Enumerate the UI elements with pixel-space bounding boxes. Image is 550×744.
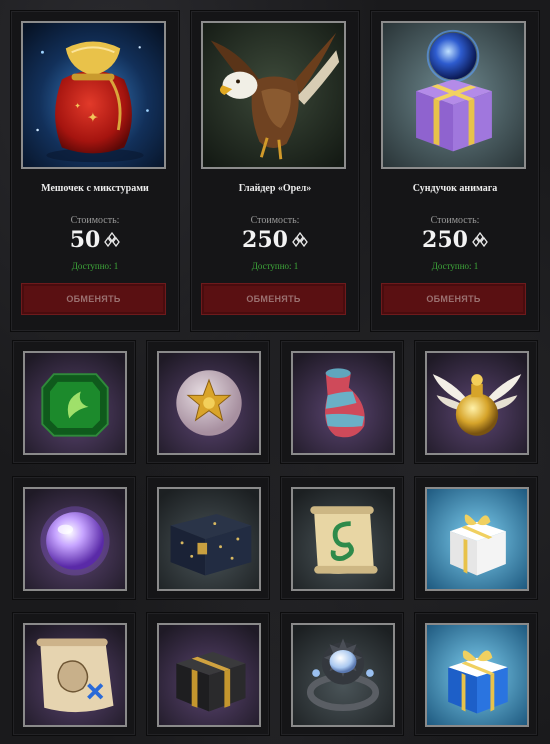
animagus-gift-box-icon bbox=[381, 21, 526, 169]
availability-text: Доступно: 1 bbox=[431, 261, 479, 271]
dark-star-chest-icon bbox=[157, 487, 261, 591]
winged-golden-potion-icon bbox=[425, 351, 529, 455]
exchange-button[interactable]: ОБМЕНЯТЬ bbox=[381, 283, 526, 315]
black-gold-box-icon bbox=[157, 623, 261, 727]
grid-tile[interactable] bbox=[12, 476, 136, 600]
white-gift-box-icon bbox=[425, 487, 529, 591]
currency-icon bbox=[104, 232, 121, 248]
grid-tile[interactable] bbox=[414, 476, 538, 600]
potion-pouch-icon: ✦ ✦ bbox=[21, 21, 166, 169]
cost-label: Стоимость: bbox=[430, 215, 480, 226]
cost-label: Стоимость: bbox=[70, 215, 120, 226]
treasure-map-scroll-icon bbox=[23, 623, 127, 727]
grid-tile[interactable] bbox=[280, 340, 404, 464]
purple-crystal-ball-icon bbox=[23, 487, 127, 591]
exchange-button[interactable]: ОБМЕНЯТЬ bbox=[201, 283, 346, 315]
price: 250 bbox=[191, 227, 359, 253]
grid-tile[interactable] bbox=[280, 612, 404, 736]
grid-tile[interactable] bbox=[12, 340, 136, 464]
green-gem-icon bbox=[23, 351, 127, 455]
grid-tile[interactable] bbox=[146, 340, 270, 464]
moonstone-ring-icon bbox=[291, 623, 395, 727]
svg-text:✦: ✦ bbox=[74, 102, 81, 111]
grid-tile[interactable] bbox=[12, 612, 136, 736]
shop-card-eagle-glider[interactable]: Глайдер «Орел» Стоимость: 250 Доступно: … bbox=[190, 10, 360, 332]
shop-card-potion-pouch[interactable]: ✦ ✦ Мешочек с микстурами Стоимость: 50 Д… bbox=[10, 10, 180, 332]
price-value: 50 bbox=[69, 227, 101, 253]
item-name: Глайдер «Орел» bbox=[238, 183, 312, 194]
price: 50 bbox=[11, 227, 179, 253]
availability-text: Доступно: 1 bbox=[251, 261, 299, 271]
currency-icon bbox=[292, 232, 308, 248]
grid-tile[interactable] bbox=[146, 612, 270, 736]
serpent-scroll-icon bbox=[291, 487, 395, 591]
blue-gift-box-icon bbox=[425, 623, 529, 727]
shop-items-row: ✦ ✦ Мешочек с микстурами Стоимость: 50 Д… bbox=[10, 10, 540, 332]
item-name: Мешочек с микстурами bbox=[41, 183, 149, 194]
shop-card-animagus-box[interactable]: Сундучок анимага Стоимость: 250 Доступно… bbox=[370, 10, 540, 332]
grid-tile[interactable] bbox=[280, 476, 404, 600]
price-value: 250 bbox=[422, 227, 468, 253]
item-name: Сундучок анимага bbox=[412, 183, 498, 194]
striped-vase-icon bbox=[291, 351, 395, 455]
golden-star-orb-icon bbox=[157, 351, 261, 455]
grid-tile[interactable] bbox=[414, 340, 538, 464]
exchange-button[interactable]: ОБМЕНЯТЬ bbox=[21, 283, 166, 315]
grid-tile[interactable] bbox=[146, 476, 270, 600]
svg-text:✦: ✦ bbox=[87, 110, 99, 126]
grid-tile[interactable] bbox=[414, 612, 538, 736]
price-value: 250 bbox=[242, 227, 288, 253]
eagle-glider-icon bbox=[201, 21, 346, 169]
availability-text: Доступно: 1 bbox=[71, 261, 119, 271]
cost-label: Стоимость: bbox=[250, 215, 300, 226]
currency-icon bbox=[472, 232, 488, 248]
price: 250 bbox=[371, 227, 539, 253]
